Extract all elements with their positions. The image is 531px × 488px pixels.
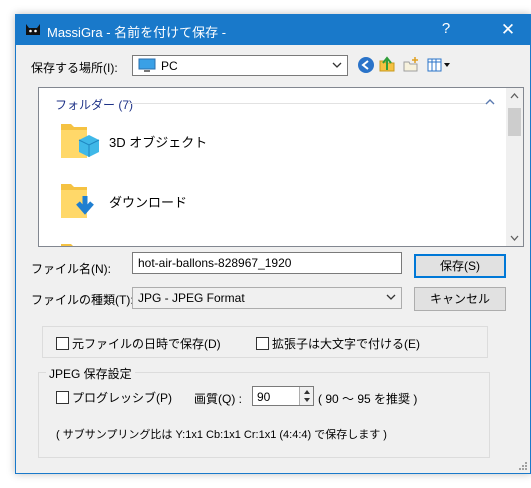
checkbox-box[interactable]: [56, 337, 69, 350]
jpeg-settings-group: [38, 372, 490, 458]
list-item-downloads[interactable]: ダウンロード: [57, 178, 437, 226]
quality-label: 画質(Q) :: [194, 392, 242, 406]
folder-list[interactable]: フォルダー (7) 3D オブジェクト ダウンロード: [38, 87, 524, 247]
pc-monitor-icon: [138, 58, 156, 72]
progressive-label: プログレッシブ(P): [72, 391, 172, 405]
filetype-value: JPG - JPEG Format: [138, 291, 245, 305]
uppercase-extension-checkbox[interactable]: 拡張子は大文字で付ける(E): [256, 335, 420, 352]
filetype-combo[interactable]: JPG - JPEG Format: [132, 287, 402, 309]
filetype-label: ファイルの種類(T):: [31, 293, 134, 307]
new-folder-icon[interactable]: [402, 56, 420, 74]
subsampling-note: ( サブサンプリング比は Y:1x1 Cb:1x1 Cr:1x1 (4:4:4)…: [56, 429, 387, 441]
original-datetime-label: 元ファイルの日時で保存(D): [72, 337, 221, 351]
original-datetime-checkbox[interactable]: 元ファイルの日時で保存(D): [56, 335, 221, 352]
save-location-value: PC: [161, 59, 178, 73]
resize-grip-icon[interactable]: [516, 459, 528, 471]
chevron-down-icon: [332, 62, 342, 68]
folder-group-header[interactable]: フォルダー (7): [55, 96, 133, 113]
downloads-folder-icon: [61, 184, 94, 218]
quality-value[interactable]: 90: [257, 390, 270, 404]
stepper-arrows[interactable]: [299, 387, 313, 405]
list-item-label: ダウンロード: [109, 195, 188, 210]
progressive-checkbox[interactable]: プログレッシブ(P): [56, 389, 172, 406]
stepper-up-icon[interactable]: [302, 388, 312, 396]
help-button[interactable]: ?: [436, 19, 456, 39]
stepper-down-icon[interactable]: [302, 396, 312, 404]
scroll-up-icon[interactable]: [506, 88, 523, 105]
save-location-combo[interactable]: PC: [132, 55, 348, 76]
list-item-partial[interactable]: [57, 238, 437, 246]
scroll-down-icon[interactable]: [506, 229, 523, 246]
scroll-thumb[interactable]: [508, 108, 521, 136]
checkbox-box[interactable]: [256, 337, 269, 350]
title-bar: MassiGra - 名前を付けて保存 - ? ✕: [16, 15, 530, 45]
massigra-app-icon: [26, 24, 40, 35]
quality-hint: ( 90 ～ 95 を推奨 ): [318, 392, 418, 406]
list-item-3d-objects[interactable]: 3D オブジェクト: [57, 118, 437, 166]
checkbox-box[interactable]: [56, 391, 69, 404]
vertical-scrollbar[interactable]: [506, 88, 523, 246]
group-divider: [127, 103, 487, 104]
view-menu-icon[interactable]: [426, 56, 452, 74]
cancel-button[interactable]: キャンセル: [414, 287, 506, 311]
up-folder-icon[interactable]: [378, 56, 396, 74]
close-button[interactable]: ✕: [486, 15, 530, 45]
chevron-down-icon: [386, 294, 396, 300]
back-icon[interactable]: [357, 56, 375, 74]
save-dialog: MassiGra - 名前を付けて保存 - ? ✕ 保存する場所(I): PC …: [15, 14, 531, 474]
filename-input[interactable]: [132, 252, 402, 274]
list-item-label: 3D オブジェクト: [109, 135, 208, 150]
jpeg-group-title: JPEG 保存設定: [46, 365, 135, 382]
window-title: MassiGra - 名前を付けて保存 -: [47, 25, 227, 40]
quality-stepper[interactable]: 90: [252, 386, 314, 406]
uppercase-extension-label: 拡張子は大文字で付ける(E): [272, 337, 420, 351]
filename-field[interactable]: [133, 253, 401, 273]
save-location-label: 保存する場所(I):: [31, 61, 118, 75]
3d-objects-folder-icon: [61, 124, 100, 158]
save-button[interactable]: 保存(S): [414, 254, 506, 278]
folder-icon: [61, 244, 73, 246]
chevron-up-icon[interactable]: [485, 97, 495, 107]
filename-label: ファイル名(N):: [31, 262, 111, 276]
